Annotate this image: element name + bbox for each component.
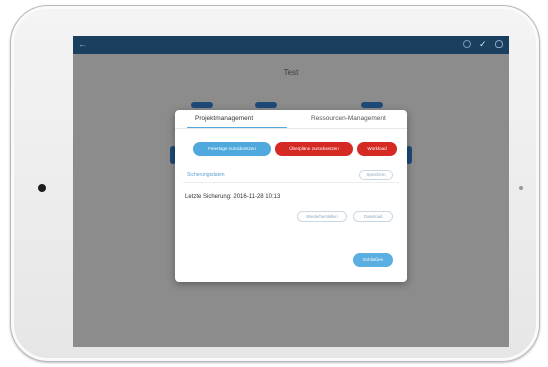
section-label: Sicherungsdaten xyxy=(187,172,225,178)
user-icon[interactable] xyxy=(495,40,503,48)
back-icon[interactable]: ← xyxy=(78,39,87,49)
tool-icon[interactable]: ✓ xyxy=(479,40,487,49)
background-tile xyxy=(361,102,383,108)
app-header: ← ✓ xyxy=(73,36,509,54)
section-divider xyxy=(183,182,399,183)
workload-button[interactable]: Workload xyxy=(357,142,397,156)
home-button[interactable] xyxy=(38,184,46,192)
tablet-frame: ← ✓ Test Projektmanagement Ressourcen-Ma… xyxy=(10,5,540,362)
background-tile xyxy=(191,102,213,108)
save-button[interactable]: Speichern xyxy=(359,170,393,180)
tab-divider xyxy=(175,128,407,129)
app-screen: ← ✓ Test Projektmanagement Ressourcen-Ma… xyxy=(73,36,509,347)
background-tile xyxy=(255,102,277,108)
tab-projektmanagement[interactable]: Projektmanagement xyxy=(195,115,253,122)
page-title: Test xyxy=(283,68,299,77)
download-button[interactable]: Download xyxy=(353,211,393,222)
close-button[interactable]: Schließen xyxy=(353,253,393,267)
header-icons: ✓ xyxy=(463,40,503,49)
camera-dot xyxy=(519,186,523,190)
restore-button[interactable]: Wiederherstellen xyxy=(297,211,347,222)
globe-icon[interactable] xyxy=(463,40,471,48)
last-backup-text: Letzte Sicherung: 2016-11-28 10:13 xyxy=(185,194,281,200)
settings-modal: Projektmanagement Ressourcen-Management … xyxy=(175,110,407,282)
reset-plans-button[interactable]: Überpläne zurücksetzen xyxy=(275,142,353,156)
tab-ressourcen-management[interactable]: Ressourcen-Management xyxy=(311,115,386,122)
modal-tabs: Projektmanagement Ressourcen-Management xyxy=(175,110,407,129)
reset-holidays-button[interactable]: Feiertage zurücksetzen xyxy=(193,142,271,156)
